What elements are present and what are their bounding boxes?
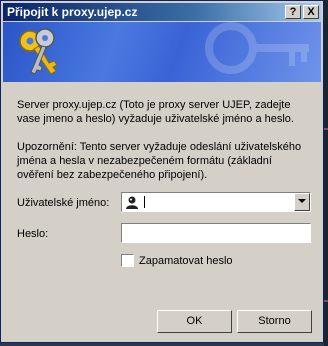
server-message: Server proxy.ujep.cz (Toto je proxy serv… [17, 99, 294, 125]
login-dialog: Připojit k proxy.ujep.cz ? X Server prox… [0, 0, 324, 343]
background-edge [324, 0, 328, 346]
password-field[interactable] [121, 223, 311, 243]
username-combobox[interactable] [121, 192, 311, 212]
close-button[interactable]: X [303, 5, 319, 19]
security-warning: Upozornění: Tento server vyžaduje odeslá… [17, 141, 302, 181]
username-label: Uživatelské jméno: [17, 197, 110, 209]
remember-password-label[interactable]: Zapamatovat heslo [139, 255, 233, 267]
title-bar[interactable]: Připojit k proxy.ujep.cz ? X [3, 3, 321, 21]
user-icon [126, 196, 138, 209]
background-mark [324, 128, 328, 130]
help-button[interactable]: ? [285, 5, 301, 19]
banner-key-watermark [205, 22, 309, 74]
keys-icon [19, 28, 58, 75]
chevron-down-icon [298, 199, 306, 203]
password-label: Heslo: [17, 228, 49, 240]
remember-password-checkbox[interactable] [121, 254, 134, 267]
ok-button[interactable]: OK [157, 310, 232, 333]
background-mark [324, 300, 328, 302]
cancel-button[interactable]: Storno [237, 310, 312, 333]
window-title: Připojit k proxy.ujep.cz [7, 5, 138, 19]
text-cursor [144, 196, 145, 208]
username-dropdown-button[interactable] [294, 193, 310, 211]
banner [3, 22, 321, 82]
